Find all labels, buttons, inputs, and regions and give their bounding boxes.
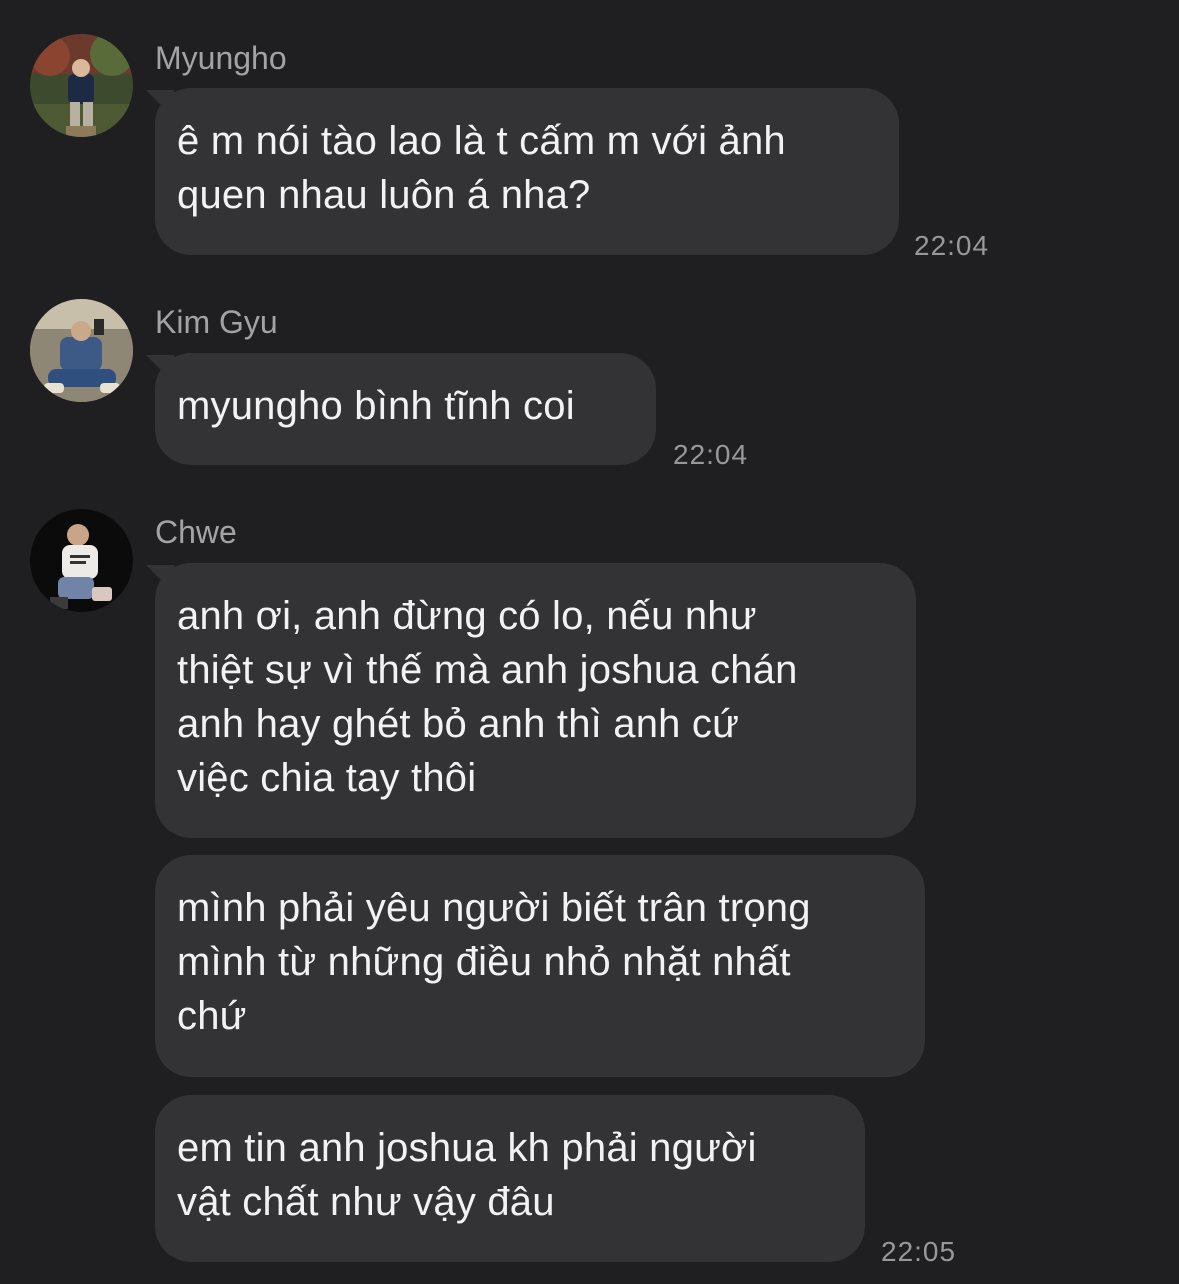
- message-text: myungho bình tĩnh coi: [177, 384, 575, 428]
- avatar-photo-icon: [30, 509, 133, 612]
- message-bubble[interactable]: em tin anh joshua kh phải người vật chất…: [155, 1095, 865, 1262]
- message-bubble[interactable]: anh ơi, anh đừng có lo, nếu như thiệt sự…: [155, 563, 916, 838]
- message-text: em tin anh joshua kh phải người vật chất…: [177, 1126, 757, 1224]
- message-timestamp: 22:04: [914, 230, 990, 261]
- message-timestamp: 22:04: [673, 439, 749, 470]
- sender-name: Myungho: [155, 40, 287, 76]
- message-bubble[interactable]: ê m nói tào lao là t cấm m với ảnh quen …: [155, 88, 899, 255]
- sender-name: Chwe: [155, 514, 237, 550]
- avatar-photo-icon: [30, 299, 133, 402]
- avatar-photo-icon: [30, 34, 133, 137]
- avatar-myungho[interactable]: [30, 34, 133, 137]
- message-text: ê m nói tào lao là t cấm m với ảnh quen …: [177, 119, 786, 217]
- message-timestamp: 22:05: [881, 1236, 957, 1267]
- message-bubble[interactable]: mình phải yêu người biết trân trọng mình…: [155, 855, 925, 1077]
- avatar-kim-gyu[interactable]: [30, 299, 133, 402]
- message-text: mình phải yêu người biết trân trọng mình…: [177, 886, 811, 1038]
- sender-name: Kim Gyu: [155, 304, 278, 340]
- message-bubble[interactable]: myungho bình tĩnh coi: [155, 353, 656, 465]
- chat-conversation: Myungho ê m nói tào lao là t cấm m với ả…: [0, 0, 1179, 1284]
- avatar-chwe[interactable]: [30, 509, 133, 612]
- message-text: anh ơi, anh đừng có lo, nếu như thiệt sự…: [177, 594, 798, 800]
